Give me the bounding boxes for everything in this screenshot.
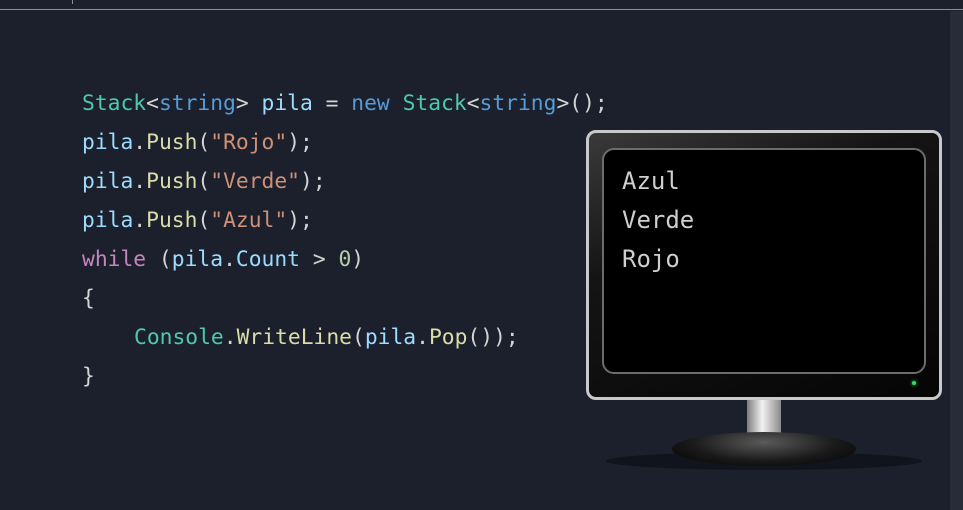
monitor-illustration: Azul Verde Rojo (586, 130, 942, 470)
punct-token: . (133, 208, 147, 233)
code-line-7: Console.WriteLine(pila.Pop()); (82, 318, 608, 357)
string-token: "Verde" (210, 169, 301, 194)
code-line-1: Stack<string> pila = new Stack<string>()… (82, 84, 608, 123)
monitor-bezel: Azul Verde Rojo (586, 130, 942, 400)
monitor-base (672, 432, 856, 466)
punct-token: ); (287, 130, 313, 155)
keyword-token: string (479, 91, 557, 116)
top-border (0, 0, 963, 10)
code-line-3: pila.Push("Verde"); (82, 162, 608, 201)
variable-token: pila (364, 325, 417, 350)
punct-token: ); (287, 208, 313, 233)
punct-token: ( (352, 325, 365, 350)
number-token: 0 (338, 247, 352, 272)
property-token: Count (235, 247, 300, 272)
method-token: Push (146, 208, 198, 233)
punct-token: ( (146, 247, 172, 272)
punct-token: ); (300, 169, 326, 194)
method-token: Push (146, 169, 198, 194)
punct-token: ( (197, 169, 211, 194)
code-line-4: pila.Push("Azul"); (82, 201, 608, 240)
code-line-8: } (82, 357, 608, 396)
punct-token: . (416, 325, 429, 350)
punct-token: ) (351, 247, 365, 272)
punct-token: < (146, 91, 159, 116)
code-line-2: pila.Push("Rojo"); (82, 123, 608, 162)
variable-token: pila (82, 208, 134, 233)
punct-token: > (235, 91, 249, 116)
variable-token: pila (248, 91, 313, 116)
punct-token: . (133, 169, 147, 194)
variable-token: pila (171, 247, 224, 272)
power-led-icon (912, 381, 916, 385)
keyword-token: string (158, 91, 236, 116)
type-token: Stack (389, 91, 467, 116)
string-token: "Rojo" (210, 130, 288, 155)
string-token: "Azul" (210, 208, 288, 233)
keyword-token: new (351, 91, 390, 116)
operator-token: = (312, 91, 352, 116)
punct-token: . (223, 247, 236, 272)
punct-token: ( (197, 130, 211, 155)
punct-token: (); (569, 91, 608, 116)
code-block: Stack<string> pila = new Stack<string>()… (82, 84, 608, 396)
punct-token: . (133, 130, 147, 155)
punct-token: < (466, 91, 480, 116)
console-output-line: Rojo (622, 245, 680, 273)
method-token: WriteLine (236, 325, 352, 350)
method-token: Pop (428, 325, 468, 350)
code-line-5: while (pila.Count > 0) (82, 240, 608, 279)
punct-token: ( (197, 208, 211, 233)
punct-token: ()); (467, 325, 519, 350)
keyword-token: while (82, 247, 147, 272)
punct-token: { (82, 286, 95, 311)
type-token: Stack (82, 91, 147, 116)
method-token: Push (146, 130, 198, 155)
variable-token: pila (82, 130, 134, 155)
code-line-6: { (82, 279, 608, 318)
punct-token: } (82, 364, 95, 389)
punct-token: . (223, 325, 237, 350)
console-output-line: Azul (622, 167, 680, 195)
scrollbar-track[interactable] (950, 11, 963, 510)
type-token: Console (134, 325, 224, 350)
console-screen: Azul Verde Rojo (602, 148, 926, 374)
punct-token: > (556, 91, 570, 116)
variable-token: pila (82, 169, 134, 194)
tab-divider (72, 0, 73, 4)
console-output-line: Verde (622, 206, 695, 234)
operator-token: > (300, 247, 339, 272)
